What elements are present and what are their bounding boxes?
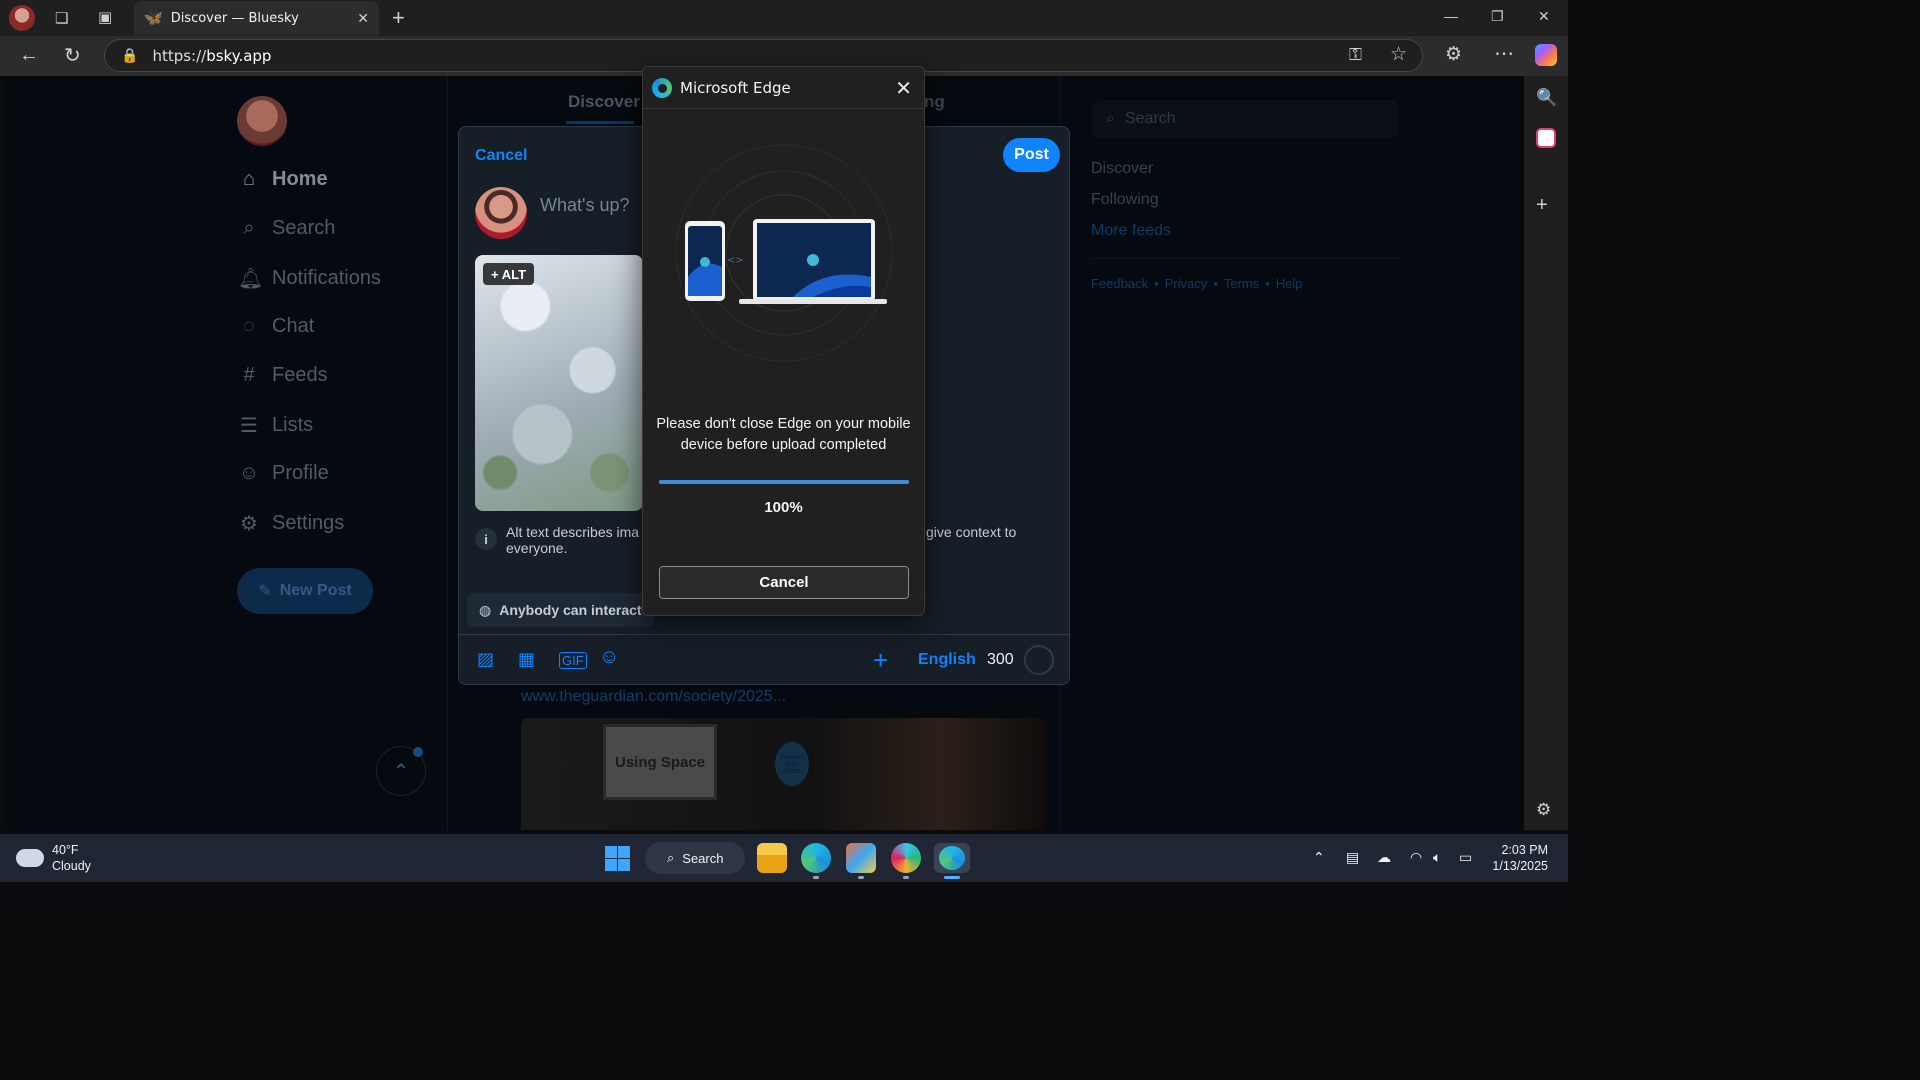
tab-title: Discover — Bluesky: [170, 10, 299, 26]
more-menu-icon[interactable]: ⋯: [1494, 41, 1514, 66]
sidebar-settings-icon[interactable]: ⚙: [1536, 800, 1551, 820]
edge-dev-icon[interactable]: [934, 843, 970, 873]
clock[interactable]: 2:03 PM 1/13/2025: [1492, 842, 1548, 874]
clock-date: 1/13/2025: [1492, 859, 1548, 873]
weather-desc: Cloudy: [52, 859, 91, 873]
url-scheme: https://: [152, 46, 207, 65]
close-tab-icon[interactable]: ✕: [357, 10, 369, 27]
url-host: bsky.app: [206, 46, 272, 65]
battery-icon[interactable]: ▭: [1459, 849, 1472, 866]
dialog-close-icon[interactable]: ✕: [895, 76, 912, 101]
sidebar-search-icon[interactable]: 🔍: [1536, 88, 1557, 108]
device-sync-illustration: <>: [675, 144, 893, 362]
taskbar-search-label: Search: [682, 850, 724, 866]
file-explorer-icon[interactable]: [757, 843, 787, 873]
tray-app-icon[interactable]: ▤: [1346, 849, 1359, 866]
tab-discover-bluesky[interactable]: 🦋 Discover — Bluesky ✕: [134, 1, 379, 35]
restore-icon[interactable]: ❐: [1491, 8, 1504, 25]
slack-icon[interactable]: [891, 843, 921, 873]
clock-time: 2:03 PM: [1501, 843, 1548, 857]
profile-avatar[interactable]: [9, 5, 35, 31]
edge-logo-icon: [652, 77, 672, 98]
dialog-header: Microsoft Edge ✕: [643, 67, 924, 109]
refresh-icon[interactable]: ↻: [64, 43, 81, 68]
windows-taskbar: 40°F Cloudy ⌕ Search ⌃ ▤ ☁ ◠ 🔈︎ ▭ 2:03 P…: [0, 834, 1568, 882]
weather-widget[interactable]: 40°F Cloudy: [16, 842, 91, 874]
upload-progress-fill: [659, 480, 909, 484]
bluesky-butterfly-icon: 🦋: [144, 10, 163, 27]
taskbar-search[interactable]: ⌕ Search: [645, 842, 745, 874]
minimize-icon[interactable]: —: [1444, 8, 1458, 24]
browser-tab-bar: ❏ ▣ 🦋 Discover — Bluesky ✕ + — ❐ ✕: [0, 0, 1568, 36]
cloud-icon: [16, 849, 44, 867]
close-window-icon[interactable]: ✕: [1538, 8, 1550, 25]
weather-temp: 40°F: [52, 843, 79, 857]
workspaces-icon[interactable]: ❏: [55, 9, 68, 27]
password-key-icon[interactable]: ⚿: [1349, 45, 1362, 65]
dialog-message: Please don't close Edge on your mobile d…: [656, 416, 911, 453]
extensions-icon[interactable]: ⚙: [1445, 43, 1462, 66]
copilot-icon[interactable]: [1535, 44, 1557, 66]
new-tab-icon[interactable]: +: [392, 5, 405, 31]
office-app-icon[interactable]: [1536, 128, 1556, 148]
dialog-title: Microsoft Edge: [680, 78, 791, 97]
volume-icon[interactable]: 🔈︎: [1433, 849, 1441, 866]
upload-progress-text: 100%: [764, 499, 803, 516]
wifi-icon[interactable]: ◠: [1410, 849, 1422, 866]
edge-upload-dialog: Microsoft Edge ✕ <> Please don't close E…: [642, 66, 925, 616]
vertical-tabs-icon[interactable]: ▣: [98, 8, 112, 26]
svg-text:<>: <>: [727, 255, 744, 266]
dialog-cancel-button[interactable]: Cancel: [659, 566, 909, 599]
back-icon[interactable]: ←: [19, 44, 39, 67]
lock-icon: 🔒: [121, 47, 139, 63]
favorite-star-icon[interactable]: ☆: [1390, 43, 1407, 66]
upload-progress-bar: [659, 480, 909, 484]
edge-sidebar: 🔍 + ⚙: [1524, 76, 1568, 830]
start-button[interactable]: [605, 846, 630, 871]
sidebar-add-icon[interactable]: +: [1536, 194, 1548, 217]
search-icon: ⌕: [667, 850, 675, 865]
edge-icon[interactable]: [801, 843, 831, 873]
files-app-icon[interactable]: [846, 843, 876, 873]
onedrive-icon[interactable]: ☁: [1377, 849, 1391, 866]
tray-overflow-icon[interactable]: ⌃: [1313, 849, 1325, 866]
